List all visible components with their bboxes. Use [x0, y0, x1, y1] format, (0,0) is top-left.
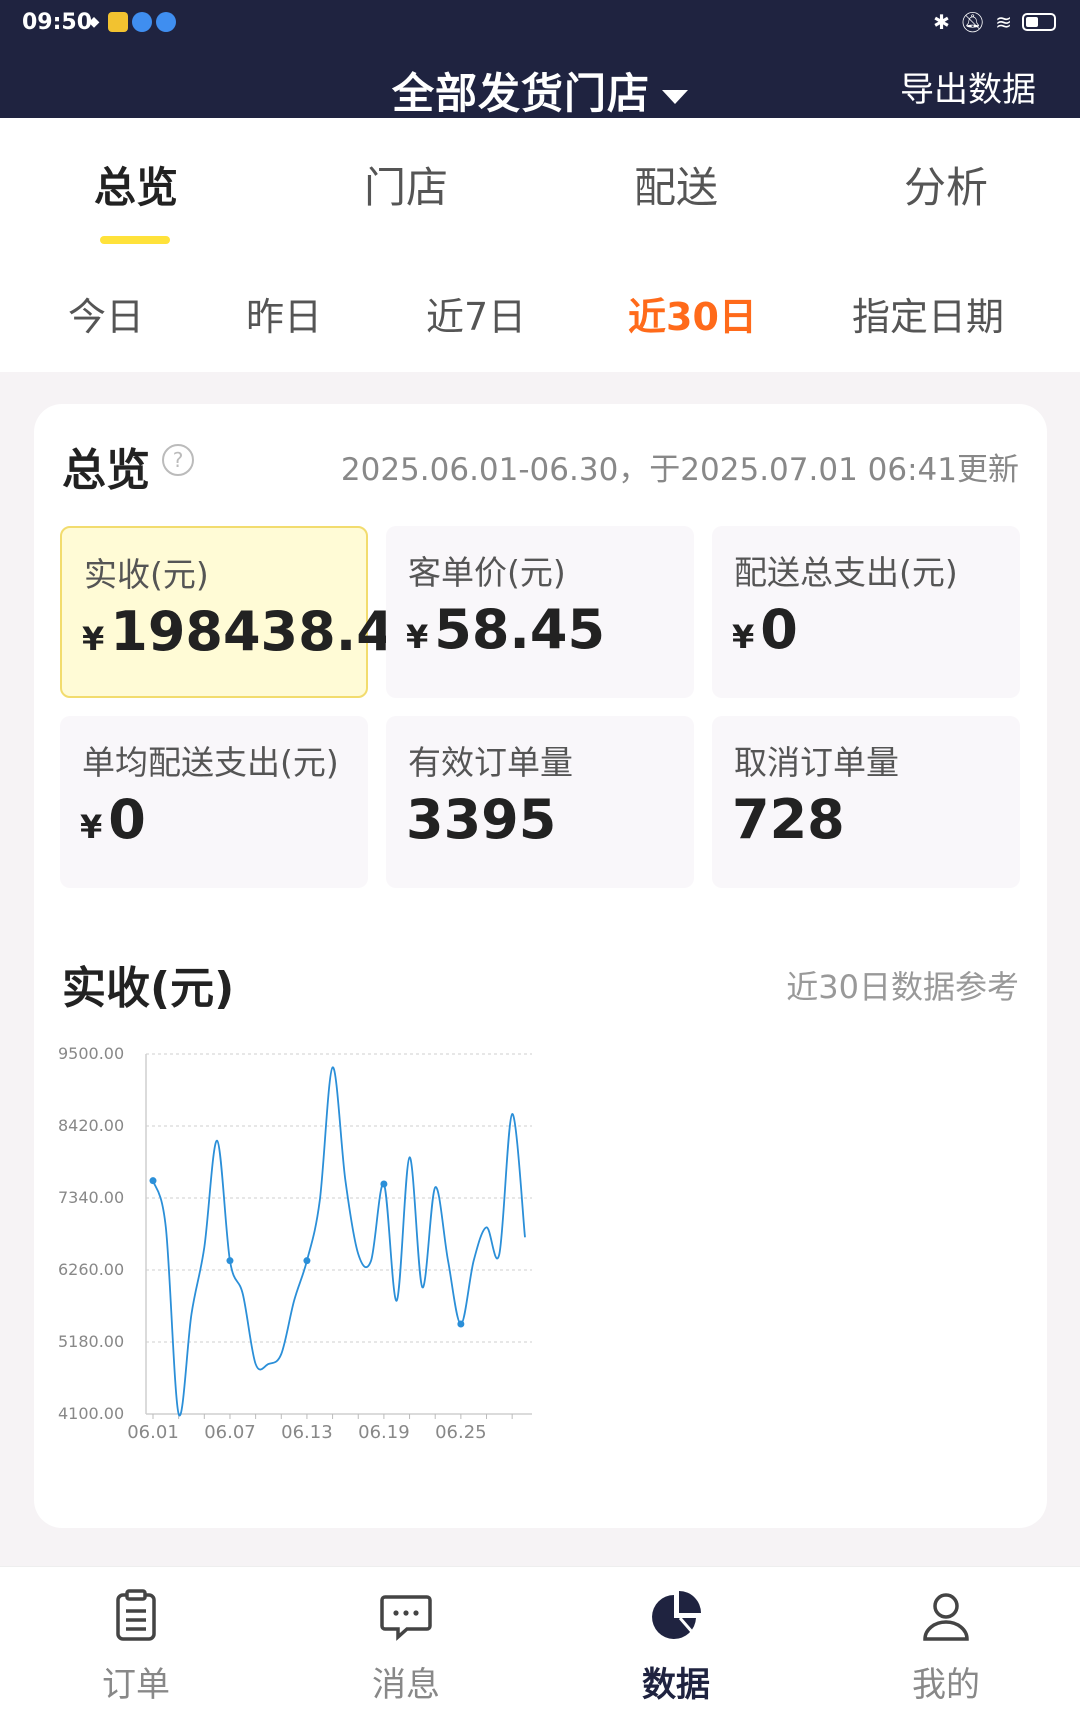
status-system-icons: ✱ 🔕︎ ≋ — [933, 10, 1056, 34]
metric-card[interactable]: 实收(元) ¥198438.4 — [60, 526, 394, 698]
nav-data[interactable]: 数据 — [576, 1589, 776, 1706]
nav-label: 消息 — [372, 1665, 440, 1705]
currency-symbol: ¥ — [406, 618, 429, 656]
metric-card[interactable]: 配送总支出(元) ¥0 — [712, 526, 1020, 698]
metric-value: ¥0 — [732, 598, 798, 661]
bottom-nav: 订单 消息 数据 我的 — [0, 1566, 1080, 1728]
update-time: 2025.06.01-06.30，于2025.07.01 06:41更新 — [340, 452, 1019, 488]
currency-symbol: ¥ — [732, 618, 755, 656]
x-tick-label: 06.13 — [281, 1422, 333, 1443]
section-title: 总览 — [62, 445, 150, 496]
overview-card: 总览 ? 2025.06.01-06.30，于2025.07.01 06:41更… — [34, 404, 1047, 1528]
date-filter-7days[interactable]: 近7日 — [426, 286, 526, 341]
series-line — [152, 1066, 526, 1417]
metric-number: 0 — [760, 598, 798, 661]
tab-bar: 总览 门店 配送 分析 — [0, 118, 1080, 246]
export-data-button[interactable]: 导出数据 — [900, 62, 1036, 111]
mute-icon: 🔕︎ — [959, 10, 986, 34]
metric-value: ¥198438.4 — [82, 600, 394, 663]
y-tick-label: 6260.00 — [58, 1260, 124, 1279]
pie-chart-icon — [652, 1591, 701, 1639]
app-notification-icon — [108, 12, 128, 32]
y-tick-label: 7340.00 — [58, 1188, 124, 1207]
nav-profile[interactable]: 我的 — [846, 1589, 1046, 1706]
date-filter-custom[interactable]: 指定日期 — [852, 286, 1004, 341]
y-tick-label: 5180.00 — [58, 1332, 124, 1351]
question-icon[interactable]: ? — [162, 444, 194, 476]
x-tick-label: 06.07 — [204, 1422, 256, 1443]
metric-value: 728 — [732, 788, 845, 851]
y-tick-label: 8420.00 — [58, 1116, 124, 1135]
currency-symbol: ¥ — [80, 808, 103, 846]
tab-delivery[interactable]: 配送 — [576, 154, 776, 215]
date-filter-bar: 今日 昨日 近7日 近30日 指定日期 — [0, 246, 1080, 372]
app-notification-icon — [156, 12, 176, 32]
y-tick-label: 4100.00 — [58, 1404, 124, 1423]
metric-label: 客单价(元) — [408, 553, 566, 592]
tab-stores[interactable]: 门店 — [306, 154, 506, 215]
nav-label: 订单 — [102, 1665, 170, 1705]
clipboard-list-icon — [116, 1589, 156, 1641]
wifi-icon: ≋ — [995, 10, 1012, 34]
page-title: 全部发货门店 — [391, 69, 650, 118]
date-filter-yesterday[interactable]: 昨日 — [246, 286, 322, 341]
data-point — [457, 1320, 465, 1328]
user-icon — [923, 1593, 969, 1641]
bluetooth-icon: ✱ — [933, 10, 950, 34]
app-notification-icon — [132, 12, 152, 32]
status-time: 09:50 — [22, 10, 93, 35]
metric-card[interactable]: 有效订单量 3395 — [386, 716, 694, 888]
date-filter-today[interactable]: 今日 — [68, 286, 144, 341]
metric-card[interactable]: 单均配送支出(元) ¥0 — [60, 716, 368, 888]
data-point — [149, 1177, 157, 1185]
top-bar: 09:50 ◆ ✱ 🔕︎ ≋ 全部发货门店 导出数据 — [0, 0, 1080, 118]
nav-label: 我的 — [912, 1665, 980, 1705]
metric-number: 3395 — [406, 788, 557, 851]
chart-title: 实收(元) — [62, 963, 235, 1014]
nav-label: 数据 — [642, 1665, 710, 1705]
data-point — [380, 1180, 388, 1188]
chart-note: 近30日数据参考 — [786, 968, 1019, 1006]
chat-bubble-icon — [380, 1595, 432, 1641]
active-tab-indicator — [100, 236, 170, 244]
x-tick-label: 06.01 — [127, 1422, 179, 1443]
x-tick-label: 06.19 — [358, 1422, 410, 1443]
metric-number: 0 — [108, 788, 146, 851]
metric-card[interactable]: 取消订单量 728 — [712, 716, 1020, 888]
nav-orders[interactable]: 订单 — [36, 1589, 236, 1706]
metric-label: 实收(元) — [84, 555, 209, 594]
nav-messages[interactable]: 消息 — [306, 1589, 506, 1706]
metric-number: 58.45 — [434, 598, 606, 661]
metric-card[interactable]: 客单价(元) ¥58.45 — [386, 526, 694, 698]
metric-label: 有效订单量 — [408, 743, 573, 782]
battery-icon — [1022, 13, 1056, 31]
metric-value: 3395 — [406, 788, 556, 851]
x-tick-label: 06.25 — [435, 1422, 487, 1443]
status-notification-icons: ◆ — [84, 12, 176, 32]
metric-label: 单均配送支出(元) — [82, 743, 339, 782]
metric-label: 配送总支出(元) — [734, 553, 958, 592]
data-point — [226, 1257, 234, 1265]
cast-icon: ◆ — [88, 14, 100, 30]
tab-analysis[interactable]: 分析 — [846, 154, 1046, 215]
tab-overview[interactable]: 总览 — [36, 154, 236, 215]
revenue-line-chart[interactable]: 9500.00 8420.00 7340.00 6260.00 5180.00 4100.… — [54, 1044, 594, 1464]
data-point — [303, 1257, 311, 1265]
metric-number: 728 — [732, 788, 845, 851]
currency-symbol: ¥ — [82, 620, 105, 658]
date-filter-30days[interactable]: 近30日 — [628, 286, 757, 341]
metric-label: 取消订单量 — [734, 743, 899, 782]
caret-down-icon — [662, 89, 688, 104]
metric-value: ¥0 — [80, 788, 146, 851]
metric-value: ¥58.45 — [406, 598, 605, 661]
y-tick-label: 9500.00 — [58, 1044, 124, 1063]
metric-number: 198438.4 — [110, 600, 394, 663]
